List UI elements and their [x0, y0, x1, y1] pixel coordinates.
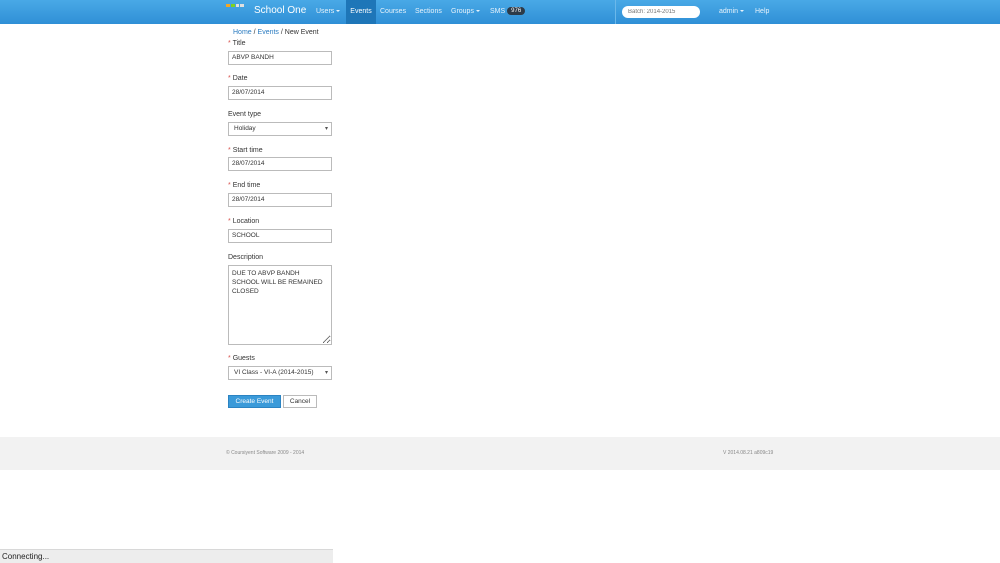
nav-sms[interactable]: SMS 976 — [486, 0, 529, 24]
nav-events-label: Events — [350, 8, 372, 15]
chevron-down-icon — [475, 10, 480, 13]
required-marker: * — [228, 218, 231, 225]
nav-courses[interactable]: Courses — [376, 0, 410, 24]
end-time-label: * End time — [228, 182, 260, 189]
nav-admin[interactable]: admin — [715, 0, 748, 24]
title-label: * Title — [228, 40, 246, 47]
chevron-down-icon — [336, 10, 341, 13]
guests-label-text: Guests — [232, 355, 255, 362]
required-marker: * — [228, 75, 231, 82]
nav-help[interactable]: Help — [751, 0, 773, 24]
title-input[interactable]: ABVP BANDH — [228, 51, 332, 65]
logo-segment-3 — [235, 4, 240, 7]
logo-segment-2 — [230, 4, 235, 7]
date-input[interactable]: 28/07/2014 — [228, 86, 332, 100]
date-label: * Date — [228, 75, 247, 82]
location-label: * Location — [228, 218, 259, 225]
nav-users[interactable]: Users — [312, 0, 344, 24]
logo-segment-1 — [226, 4, 230, 7]
nav-sections-label: Sections — [415, 8, 442, 15]
nav-users-label: Users — [316, 8, 335, 15]
top-navbar: School One Users Events Courses Sections… — [0, 0, 1000, 24]
browser-status-bar: Connecting... — [0, 549, 333, 563]
footer: © Coursiyent Software 2009 - 2014 V 2014… — [0, 437, 1000, 470]
end-time-label-text: End time — [232, 182, 261, 189]
required-marker: * — [228, 40, 231, 47]
logo-segment-4 — [240, 4, 244, 7]
event-type-label: Event type — [228, 111, 262, 118]
guests-label: * Guests — [228, 355, 255, 362]
description-textarea[interactable]: DUE TO ABVP BANDH SCHOOL WILL BE REMAINE… — [228, 265, 332, 345]
breadcrumb-home-link[interactable]: Home — [233, 29, 252, 36]
copyright-text: © Coursiyent Software 2009 - 2014 — [226, 450, 305, 456]
breadcrumb-current: New Event — [284, 29, 319, 36]
required-marker: * — [228, 182, 231, 189]
nav-sms-label: SMS — [490, 8, 506, 15]
sms-count-badge: 976 — [507, 7, 526, 16]
nav-sections[interactable]: Sections — [411, 0, 446, 24]
start-time-input[interactable]: 28/07/2014 — [228, 157, 332, 171]
nav-groups[interactable]: Groups — [447, 0, 484, 24]
required-marker: * — [228, 355, 231, 362]
chevron-down-icon — [740, 10, 745, 13]
event-type-value: Holiday — [234, 125, 256, 132]
location-label-text: Location — [232, 218, 260, 225]
required-marker: * — [228, 147, 231, 154]
nav-groups-label: Groups — [451, 8, 474, 15]
school-logo-icon[interactable] — [226, 4, 244, 7]
breadcrumb-events-link[interactable]: Events — [258, 29, 279, 36]
nav-divider — [615, 0, 616, 24]
guests-value: VI Class - VI-A (2014-2015) — [234, 369, 314, 376]
nav-admin-label: admin — [719, 8, 739, 15]
start-time-label: * Start time — [228, 147, 263, 154]
version-text: V 2014.08.21 a809c19 — [723, 450, 774, 456]
cancel-button[interactable]: Cancel — [283, 395, 317, 408]
nav-courses-label: Courses — [380, 8, 407, 15]
breadcrumb: Home / Events / New Event — [233, 29, 319, 36]
date-label-text: Date — [232, 75, 248, 82]
nav-help-label: Help — [755, 8, 770, 15]
title-label-text: Title — [232, 40, 246, 47]
event-type-select[interactable]: Holiday — [228, 122, 332, 136]
location-input[interactable]: SCHOOL — [228, 229, 332, 243]
description-label: Description — [228, 254, 264, 261]
start-time-label-text: Start time — [232, 147, 263, 154]
batch-search-input[interactable] — [622, 6, 700, 18]
nav-events[interactable]: Events — [346, 0, 376, 24]
guests-select[interactable]: VI Class - VI-A (2014-2015) — [228, 366, 332, 380]
brand-name[interactable]: School One — [254, 5, 306, 16]
end-time-input[interactable]: 28/07/2014 — [228, 193, 332, 207]
create-event-button[interactable]: Create Event — [228, 395, 281, 408]
